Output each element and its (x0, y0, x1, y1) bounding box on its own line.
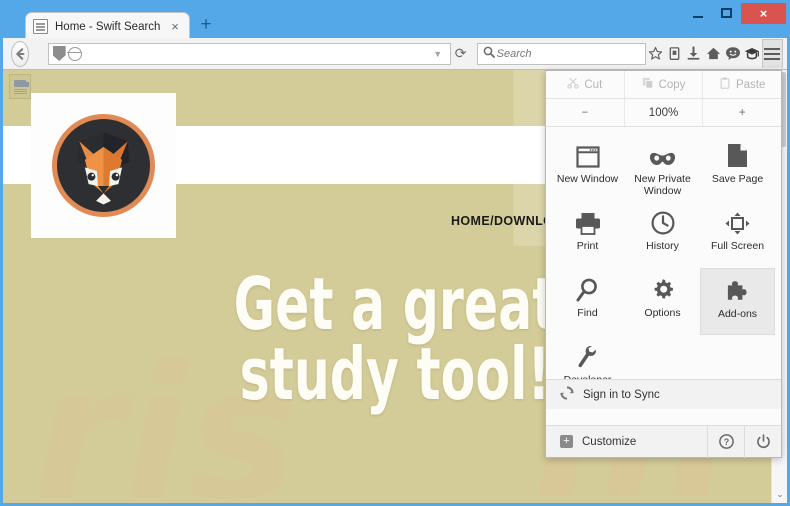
menu-item-add-ons[interactable]: Add-ons (700, 268, 775, 335)
forward-button (29, 41, 44, 67)
scissors-icon (567, 77, 580, 92)
browser-window: Home - Swift Search × + × ▼ ⟳ Search ris… (0, 0, 790, 506)
firefox-menu-panel: Cut Copy Paste − 100% + New Window New P… (545, 70, 782, 458)
zoom-controls-row: − 100% + (546, 99, 781, 127)
zoom-out-button[interactable]: − (546, 99, 625, 126)
minimize-button[interactable] (683, 3, 712, 23)
zoom-level-label: 100% (648, 106, 679, 119)
browser-tab-active[interactable]: Home - Swift Search × (25, 12, 190, 40)
menu-item-label: New Private Window (634, 173, 691, 198)
graduation-cap-icon[interactable] (742, 41, 761, 67)
tab-title: Home - Swift Search (55, 20, 161, 33)
help-button[interactable]: ? (707, 425, 744, 458)
mask-icon (649, 142, 676, 168)
chat-smiley-icon[interactable] (723, 41, 742, 67)
copy-label: Copy (658, 78, 686, 91)
home-icon[interactable] (704, 41, 723, 67)
new-window-icon (575, 142, 600, 168)
search-bar[interactable] (476, 42, 646, 65)
menu-item-label: Print (576, 240, 599, 252)
wrench-icon (577, 343, 599, 369)
cut-button[interactable]: Cut (546, 71, 625, 98)
customize-label: Customize (582, 435, 637, 448)
menu-line (764, 58, 781, 60)
menu-item-options[interactable]: Options (625, 268, 700, 335)
site-identity-icon[interactable] (52, 46, 66, 61)
cut-label: Cut (584, 78, 603, 91)
puzzle-piece-icon (726, 277, 750, 303)
menu-item-print[interactable]: Print (550, 201, 625, 268)
url-bar[interactable]: ▼ (47, 42, 451, 65)
page-corner-icon-lines (13, 88, 27, 94)
menu-item-label: Add-ons (717, 308, 758, 320)
sync-label: Sign in to Sync (583, 388, 660, 401)
menu-item-full-screen[interactable]: Full Screen (700, 201, 775, 268)
fullscreen-icon (725, 209, 750, 235)
maximize-button[interactable] (712, 3, 741, 23)
paste-button[interactable]: Paste (703, 71, 781, 98)
panel-footer: + Customize ? (546, 425, 781, 458)
zoom-in-button[interactable]: + (703, 99, 781, 126)
chevron-down-icon[interactable]: ▼ (430, 49, 446, 59)
scroll-down-arrow-icon[interactable]: ⌄ (772, 486, 787, 503)
plus-icon: + (560, 435, 573, 448)
svg-text:?: ? (723, 437, 729, 447)
copy-icon (642, 77, 654, 92)
open-menu-button[interactable] (761, 39, 783, 68)
sync-icon (560, 386, 574, 403)
menu-item-history[interactable]: History (625, 201, 700, 268)
menu-item-label: Save Page (711, 173, 764, 185)
menu-line (764, 48, 781, 50)
reload-icon[interactable]: ⟳ (451, 45, 471, 62)
menu-items-grid: New Window New Private Window Save Page … (546, 127, 781, 404)
sign-in-to-sync-button[interactable]: Sign in to Sync (546, 379, 781, 409)
site-logo-container[interactable] (31, 93, 176, 238)
copy-button[interactable]: Copy (625, 71, 704, 98)
clock-icon (651, 209, 675, 235)
paste-label: Paste (735, 78, 766, 91)
edit-controls-row: Cut Copy Paste (546, 71, 781, 99)
bookmark-star-icon[interactable] (646, 41, 665, 67)
menu-item-find[interactable]: Find (550, 268, 625, 335)
zoom-reset-button[interactable]: 100% (625, 99, 704, 126)
title-bar: Home - Swift Search × + × (0, 0, 790, 40)
menu-line (764, 53, 781, 55)
close-button[interactable]: × (741, 2, 786, 24)
tab-favicon-icon (33, 19, 48, 34)
menu-item-new-window[interactable]: New Window (550, 134, 625, 201)
search-input[interactable] (496, 47, 640, 60)
menu-item-label: Full Screen (710, 240, 765, 252)
menu-item-label: Options (644, 307, 681, 319)
page-corner-icon-top (14, 79, 29, 87)
menu-item-label: New Window (556, 173, 619, 185)
back-button[interactable] (11, 40, 29, 67)
menu-item-save-page[interactable]: Save Page (700, 134, 775, 201)
menu-item-new-private-window[interactable]: New Private Window (625, 134, 700, 201)
reading-list-icon[interactable] (665, 41, 684, 67)
page-corner-icon[interactable] (9, 74, 31, 99)
new-tab-button[interactable]: + (196, 15, 216, 36)
menu-item-label: Find (577, 307, 598, 319)
menu-item-label: History (646, 240, 679, 252)
clipboard-icon (719, 77, 731, 92)
power-quit-button[interactable] (744, 425, 781, 458)
navigation-toolbar: ▼ ⟳ (3, 38, 787, 70)
printer-icon (575, 209, 601, 235)
customize-button[interactable]: + Customize (546, 426, 707, 458)
window-controls: × (683, 2, 786, 24)
search-icon (483, 46, 497, 61)
magnifier-icon (576, 276, 599, 302)
downloads-icon[interactable] (684, 41, 703, 67)
tab-close-icon[interactable]: × (168, 20, 182, 33)
swift-search-fox-logo (52, 114, 155, 217)
gear-icon (651, 276, 675, 302)
page-icon (727, 142, 748, 168)
globe-icon (67, 46, 82, 61)
